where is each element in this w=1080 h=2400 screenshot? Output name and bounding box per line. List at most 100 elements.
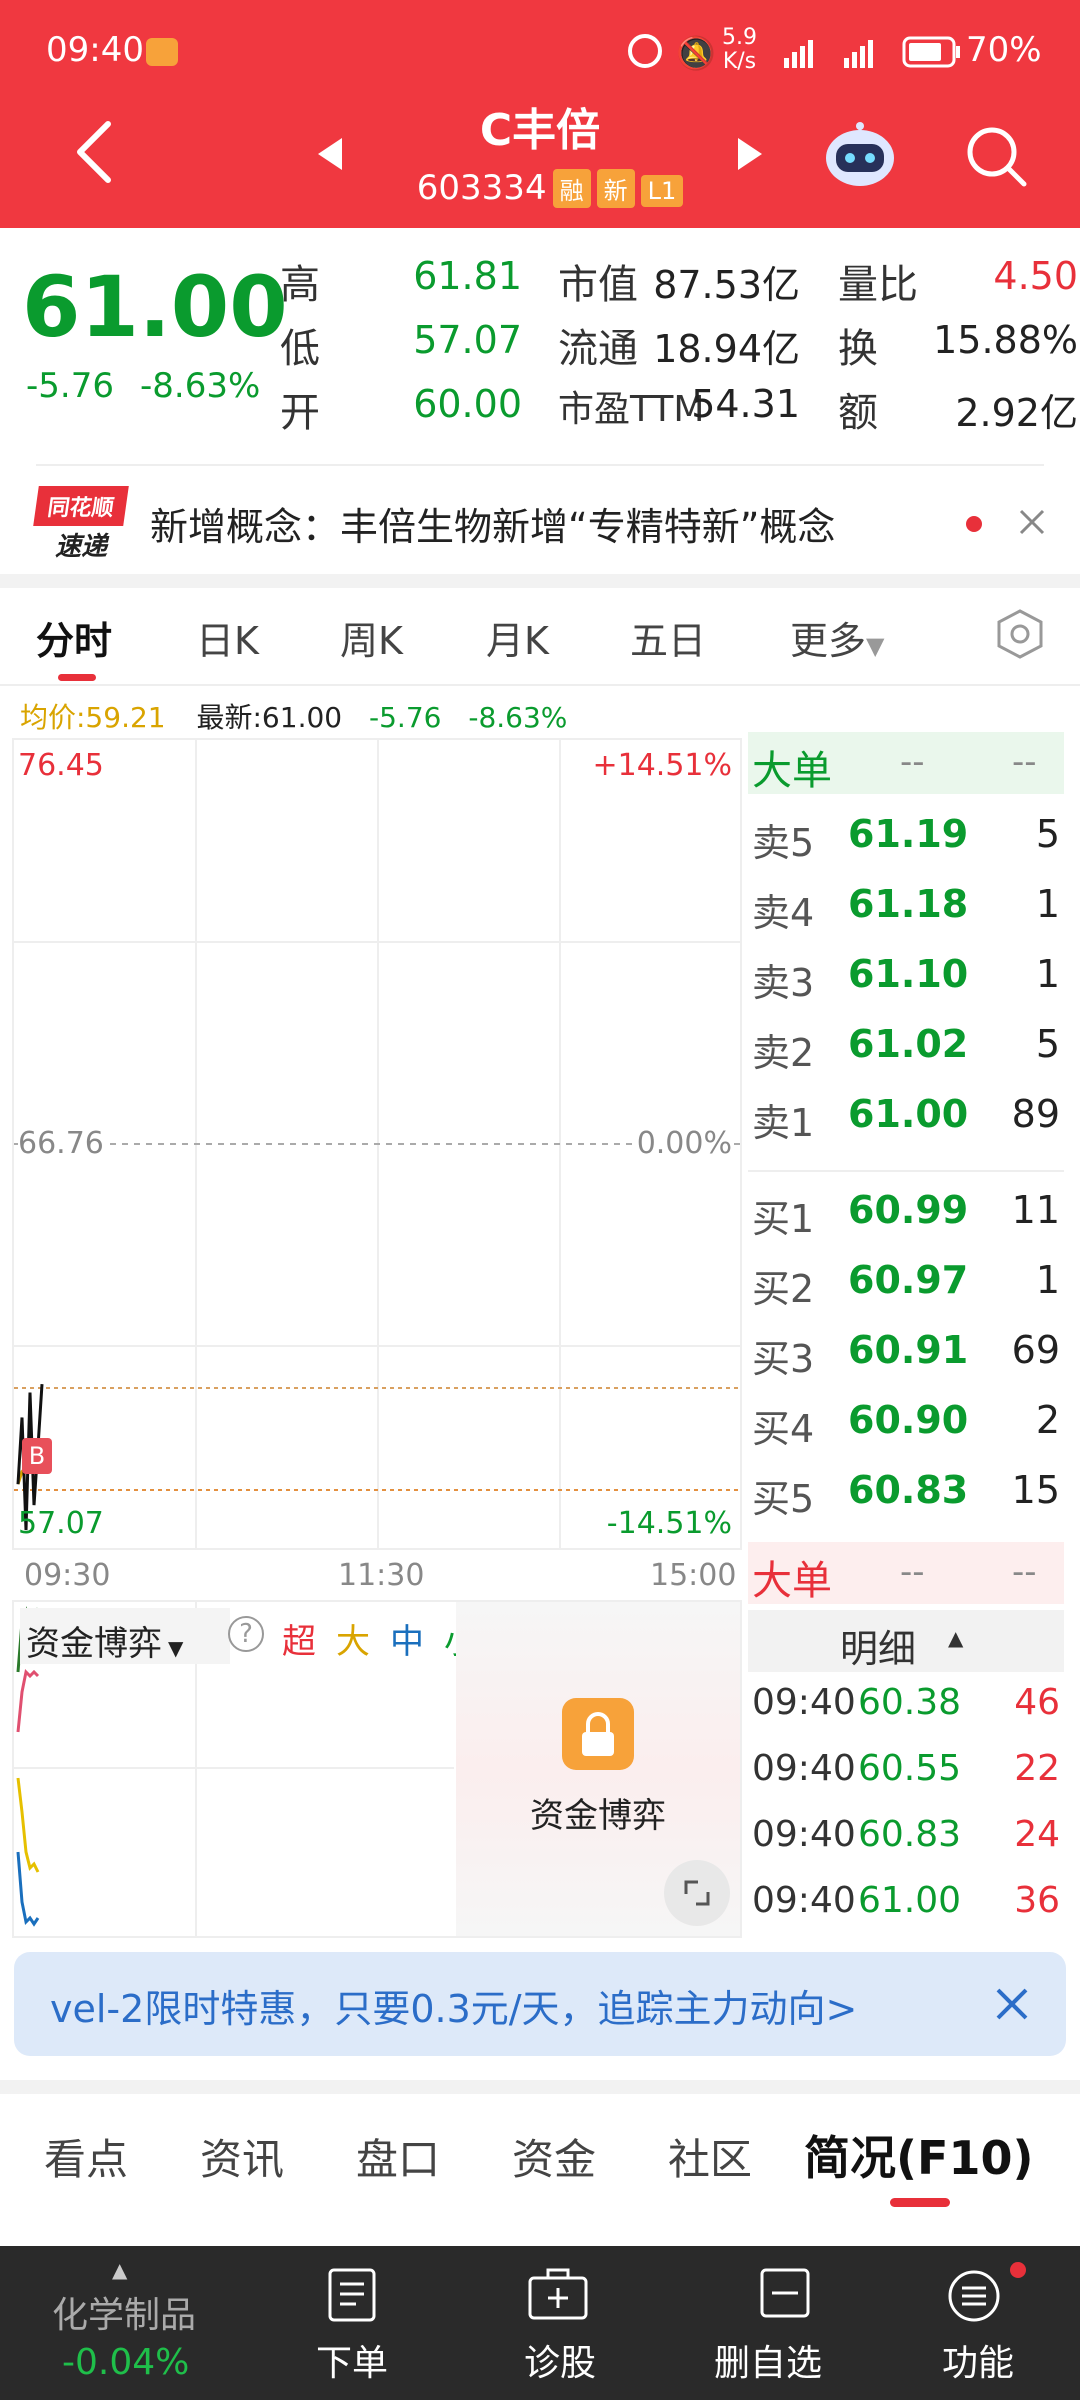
super-fund-line xyxy=(16,1668,40,1733)
tab-news[interactable]: 资讯 xyxy=(200,2126,284,2187)
tab-funds[interactable]: 资金 xyxy=(512,2126,596,2187)
header-bar: 09:40 🔕 5.9 K/s 70% C丰倍 603334 融新 L1 xyxy=(0,0,1080,228)
buy-marker[interactable]: B xyxy=(22,1438,52,1474)
large-fund-line xyxy=(16,1777,40,1873)
bids-row[interactable]: 买3 60.91 69 xyxy=(748,1318,1064,1382)
bids-row[interactable]: 买2 60.97 1 xyxy=(748,1248,1064,1312)
promo-banner[interactable]: vel-2限时特惠，只要0.3元/天，追踪主力动向> xyxy=(14,1952,1066,2056)
book-volume: 5 xyxy=(1035,1022,1060,1066)
book-volume: 1 xyxy=(1035,1258,1060,1302)
tab-order-book[interactable]: 盘口 xyxy=(356,2126,440,2187)
book-price: 61.19 xyxy=(848,812,969,856)
status-time: 09:40 xyxy=(46,30,144,70)
high-value: 61.81 xyxy=(413,254,522,298)
back-icon[interactable] xyxy=(72,120,116,184)
locked-label: 资金博弈 xyxy=(530,1796,666,1836)
big-order-label-2: 大单 xyxy=(752,1558,832,1604)
trade-price: 60.55 xyxy=(858,1748,962,1789)
book-volume: 1 xyxy=(1035,882,1060,926)
chart-settings-icon[interactable] xyxy=(994,608,1046,660)
y-axis-mid: 66.76 xyxy=(18,1126,104,1161)
bids-row[interactable]: 买1 60.99 11 xyxy=(748,1178,1064,1242)
book-level-label: 卖4 xyxy=(752,891,815,935)
tab-weekly-k[interactable]: 周K xyxy=(340,610,403,665)
book-volume: 69 xyxy=(1011,1328,1060,1372)
asks-row[interactable]: 卖2 61.02 5 xyxy=(748,1012,1064,1076)
trade-volume: 24 xyxy=(1014,1814,1060,1855)
trade-time: 09:40 xyxy=(752,1880,856,1921)
nav-diagnose[interactable]: 诊股 xyxy=(508,2246,628,2400)
detail-header-label: 明细 xyxy=(840,1627,917,1671)
tab-daily-k[interactable]: 日K xyxy=(196,610,259,665)
badge-new: 新 xyxy=(596,169,635,208)
book-level-label: 卖1 xyxy=(752,1101,815,1145)
close-icon[interactable] xyxy=(1018,508,1046,536)
info-change: -5.76 xyxy=(369,701,442,734)
next-stock-icon[interactable] xyxy=(736,136,764,172)
unread-dot-icon xyxy=(966,516,982,532)
expand-icon[interactable] xyxy=(664,1860,730,1926)
badge-l1: L1 xyxy=(640,175,684,207)
bids-row[interactable]: 买4 60.90 2 xyxy=(748,1388,1064,1452)
tab-monthly-k[interactable]: 月K xyxy=(486,610,549,665)
tab-community[interactable]: 社区 xyxy=(668,2126,752,2187)
fund-selector[interactable]: 资金博弈 ▼ xyxy=(20,1608,230,1664)
robot-assistant-icon[interactable] xyxy=(822,120,898,188)
market-cap-value: 87.53亿 xyxy=(653,263,800,307)
nav-remove-watchlist[interactable]: 删自选 xyxy=(710,2246,860,2400)
big-order-label: 大单 xyxy=(752,748,832,794)
prev-stock-icon[interactable] xyxy=(316,136,344,172)
nav-functions[interactable]: 功能 xyxy=(926,2246,1046,2400)
help-icon[interactable]: ? xyxy=(228,1616,264,1652)
quote-panel: 61.00 -5.76 -8.63% 高 61.81 市值 87.53亿 量比 … xyxy=(0,228,1080,464)
book-volume: 11 xyxy=(1011,1188,1060,1232)
info-tabs: 看点 资讯 盘口 资金 社区 简况(F10) xyxy=(0,2094,1080,2216)
book-price: 61.00 xyxy=(848,1092,969,1136)
close-icon[interactable] xyxy=(994,1986,1030,2022)
asks-row[interactable]: 卖1 61.00 89 xyxy=(748,1082,1064,1146)
intraday-chart-svg xyxy=(14,740,740,1548)
nav-remove-watchlist-label: 删自选 xyxy=(714,2343,823,2384)
news-bar[interactable]: 同花顺 速递 新增概念：丰倍生物新增“专精特新”概念 xyxy=(0,468,1080,574)
tab-more[interactable]: 更多▼ xyxy=(790,610,884,665)
book-volume: 5 xyxy=(1035,812,1060,856)
stock-code: 603334 xyxy=(416,168,547,208)
pe-value: 54.31 xyxy=(691,382,800,426)
turnover-value: 15.88% xyxy=(933,318,1078,362)
book-level-label: 卖3 xyxy=(752,961,815,1005)
open-value: 60.00 xyxy=(413,382,522,426)
nav-order[interactable]: 下单 xyxy=(300,2246,420,2400)
amount-label: 额 xyxy=(838,390,878,436)
asks-row[interactable]: 卖3 61.10 1 xyxy=(748,942,1064,1006)
promo-text: vel-2限时特惠，只要0.3元/天，追踪主力动向> xyxy=(50,1987,858,2031)
locked-overlay[interactable]: 资金博弈 xyxy=(456,1602,740,1936)
low-value: 57.07 xyxy=(413,318,522,362)
search-icon[interactable] xyxy=(964,124,1028,188)
big-order-val2: -- xyxy=(1012,742,1037,782)
tab-f10-profile[interactable]: 简况(F10) xyxy=(804,2122,1033,2188)
info-change-pct: -8.63% xyxy=(468,701,568,734)
asks-row[interactable]: 卖5 61.19 5 xyxy=(748,802,1064,866)
book-level-label: 买2 xyxy=(752,1267,815,1311)
volume-ratio-value: 4.50 xyxy=(993,254,1078,298)
tab-intraday[interactable]: 分时 xyxy=(36,610,112,665)
trade-detail-row: 09:40 61.00 36 xyxy=(748,1872,1064,1932)
trade-time: 09:40 xyxy=(752,1814,856,1855)
book-price: 60.97 xyxy=(848,1258,969,1302)
asks-row[interactable]: 卖4 61.18 1 xyxy=(748,872,1064,936)
mute-icon: 🔕 xyxy=(676,34,716,72)
tab-highlights[interactable]: 看点 xyxy=(44,2126,128,2187)
tab-five-day[interactable]: 五日 xyxy=(630,610,706,665)
notification-icon xyxy=(146,38,178,66)
sector-indicator[interactable]: ▲ 化学制品 -0.04% xyxy=(0,2246,248,2400)
legend-large: 大 xyxy=(336,1622,370,1662)
book-volume: 2 xyxy=(1035,1398,1060,1442)
trade-detail-row: 09:40 60.38 46 xyxy=(748,1674,1064,1734)
bids-row[interactable]: 买5 60.83 15 xyxy=(748,1458,1064,1522)
divider xyxy=(0,684,1080,686)
intraday-chart[interactable]: 76.45 +14.51% 66.76 0.00% 57.07 -14.51% … xyxy=(12,738,742,1550)
detail-header[interactable]: 明细 ▲ xyxy=(748,1610,1064,1672)
order-doc-icon xyxy=(328,2268,376,2322)
sector-name: 化学制品 xyxy=(52,2295,197,2336)
trade-detail-row: 09:40 60.55 22 xyxy=(748,1740,1064,1800)
